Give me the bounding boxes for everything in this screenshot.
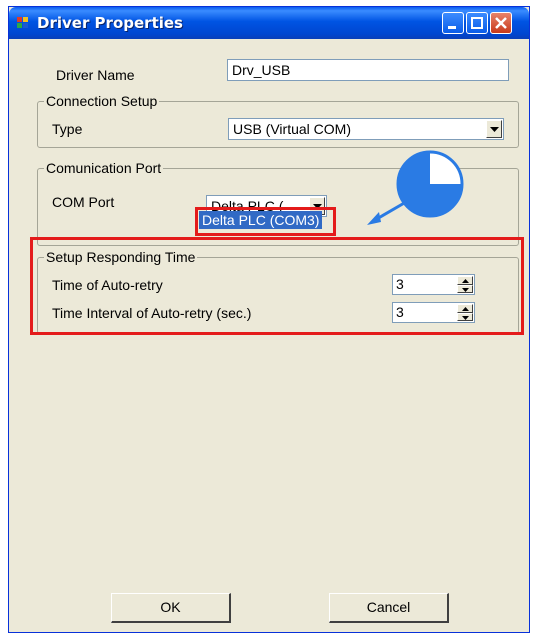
cancel-button[interactable]: Cancel — [329, 593, 449, 623]
driver-name-input[interactable]: Drv_USB — [227, 59, 509, 81]
type-label: Type — [52, 121, 83, 137]
ok-button[interactable]: OK — [111, 593, 231, 623]
type-value: USB (Virtual COM) — [233, 121, 351, 137]
driver-name-label: Driver Name — [56, 67, 135, 83]
com3-option[interactable]: Delta PLC (COM3) — [199, 211, 323, 229]
responding-time-highlight — [30, 237, 524, 335]
type-select[interactable]: USB (Virtual COM) — [228, 118, 504, 140]
minimize-icon[interactable] — [442, 12, 464, 34]
com-port-label: COM Port — [52, 194, 115, 210]
app-icon — [17, 17, 31, 31]
title-bar[interactable]: Driver Properties — [9, 7, 529, 39]
close-icon[interactable] — [490, 12, 512, 34]
maximize-icon[interactable] — [466, 12, 488, 34]
chevron-down-icon[interactable] — [486, 120, 502, 138]
connection-setup-legend: Connection Setup — [44, 93, 160, 109]
click-pointer-icon — [367, 150, 464, 225]
communication-port-legend: Comunication Port — [44, 160, 164, 176]
connection-setup-group: Connection Setup Type USB (Virtual COM) — [37, 93, 519, 148]
window-title: Driver Properties — [37, 14, 183, 32]
